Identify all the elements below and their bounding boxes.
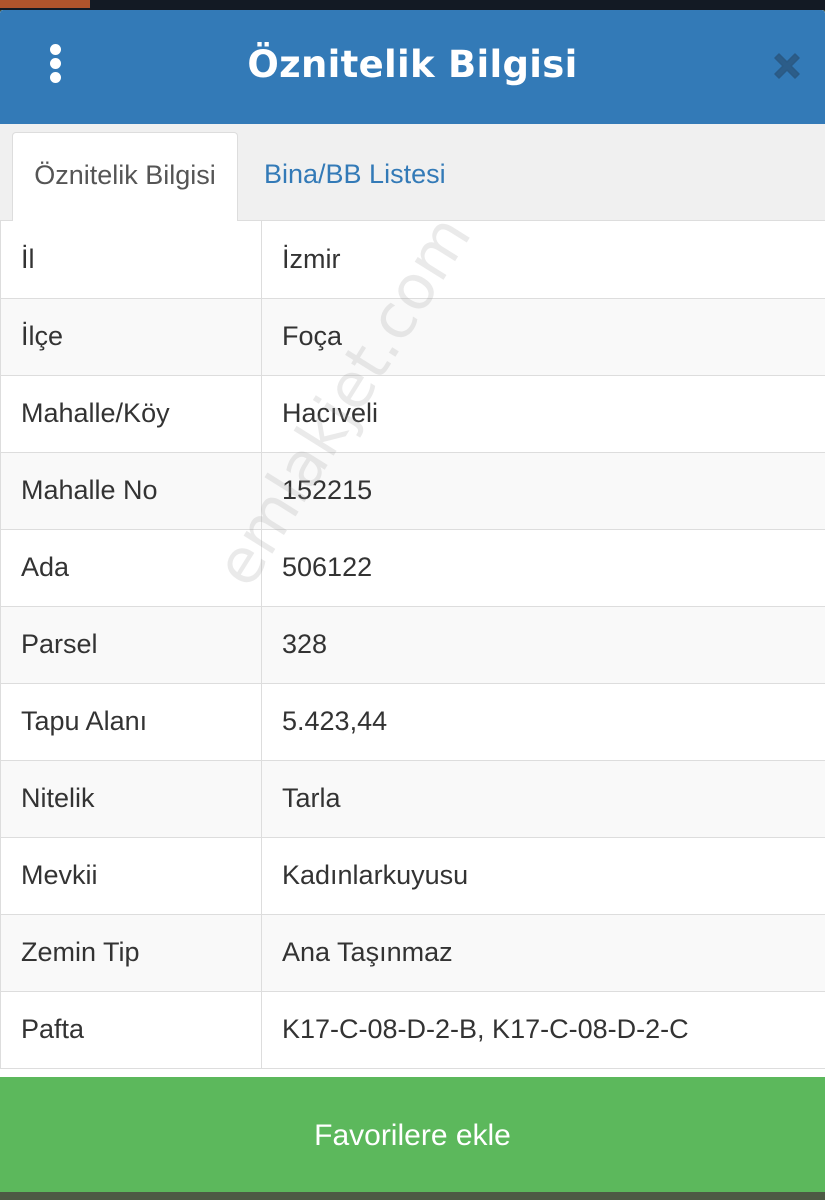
attribute-table: İl İzmir İlçe Foça Mahalle/Köy Hacıveli … bbox=[0, 221, 825, 1069]
attribute-key: Tapu Alanı bbox=[0, 683, 262, 761]
attribute-value: K17-C-08-D-2-B, K17-C-08-D-2-C bbox=[261, 991, 825, 1069]
attribute-value: 5.423,44 bbox=[261, 683, 825, 761]
attribute-value: Ana Taşınmaz bbox=[261, 914, 825, 992]
attribute-key: Pafta bbox=[0, 991, 262, 1069]
attribute-info-dialog: Öznitelik Bilgisi Öznitelik Bilgisi Bina… bbox=[0, 10, 825, 1192]
add-to-favorites-button[interactable]: Favorilere ekle bbox=[0, 1077, 825, 1192]
close-icon[interactable] bbox=[769, 48, 805, 84]
attribute-key: Parsel bbox=[0, 606, 262, 684]
attribute-value: 152215 bbox=[261, 452, 825, 530]
attribute-key: Zemin Tip bbox=[0, 914, 262, 992]
attribute-value: 328 bbox=[261, 606, 825, 684]
attribute-value: 506122 bbox=[261, 529, 825, 607]
attribute-key: Mahalle/Köy bbox=[0, 375, 262, 453]
attribute-key: Mevkii bbox=[0, 837, 262, 915]
table-row: Mahalle/Köy Hacıveli bbox=[0, 375, 825, 453]
dialog-header: Öznitelik Bilgisi bbox=[0, 10, 825, 124]
attribute-value: İzmir bbox=[261, 221, 825, 299]
attribute-key: Nitelik bbox=[0, 760, 262, 838]
table-row: Mahalle No 152215 bbox=[0, 452, 825, 530]
attribute-value: Foça bbox=[261, 298, 825, 376]
table-row: İl İzmir bbox=[0, 221, 825, 299]
table-row: Zemin Tip Ana Taşınmaz bbox=[0, 914, 825, 992]
status-bar-accent bbox=[0, 0, 90, 8]
attribute-key: İlçe bbox=[0, 298, 262, 376]
dialog-title: Öznitelik Bilgisi bbox=[247, 43, 578, 86]
table-row: Mevkii Kadınlarkuyusu bbox=[0, 837, 825, 915]
tabs-bar: Öznitelik Bilgisi Bina/BB Listesi bbox=[0, 124, 825, 221]
table-row: Nitelik Tarla bbox=[0, 760, 825, 838]
attribute-key: Mahalle No bbox=[0, 452, 262, 530]
tab-attribute-info[interactable]: Öznitelik Bilgisi bbox=[12, 132, 238, 221]
attribute-value: Tarla bbox=[261, 760, 825, 838]
attribute-value: Kadınlarkuyusu bbox=[261, 837, 825, 915]
table-row: Ada 506122 bbox=[0, 529, 825, 607]
attribute-value: Hacıveli bbox=[261, 375, 825, 453]
background-strip bbox=[0, 1192, 825, 1200]
table-row: Parsel 328 bbox=[0, 606, 825, 684]
table-row: Pafta K17-C-08-D-2-B, K17-C-08-D-2-C bbox=[0, 991, 825, 1069]
tab-building-list[interactable]: Bina/BB Listesi bbox=[244, 132, 466, 220]
table-row: İlçe Foça bbox=[0, 298, 825, 376]
attribute-key: Ada bbox=[0, 529, 262, 607]
status-bar-strip bbox=[0, 0, 825, 10]
table-row: Tapu Alanı 5.423,44 bbox=[0, 683, 825, 761]
attribute-key: İl bbox=[0, 221, 262, 299]
